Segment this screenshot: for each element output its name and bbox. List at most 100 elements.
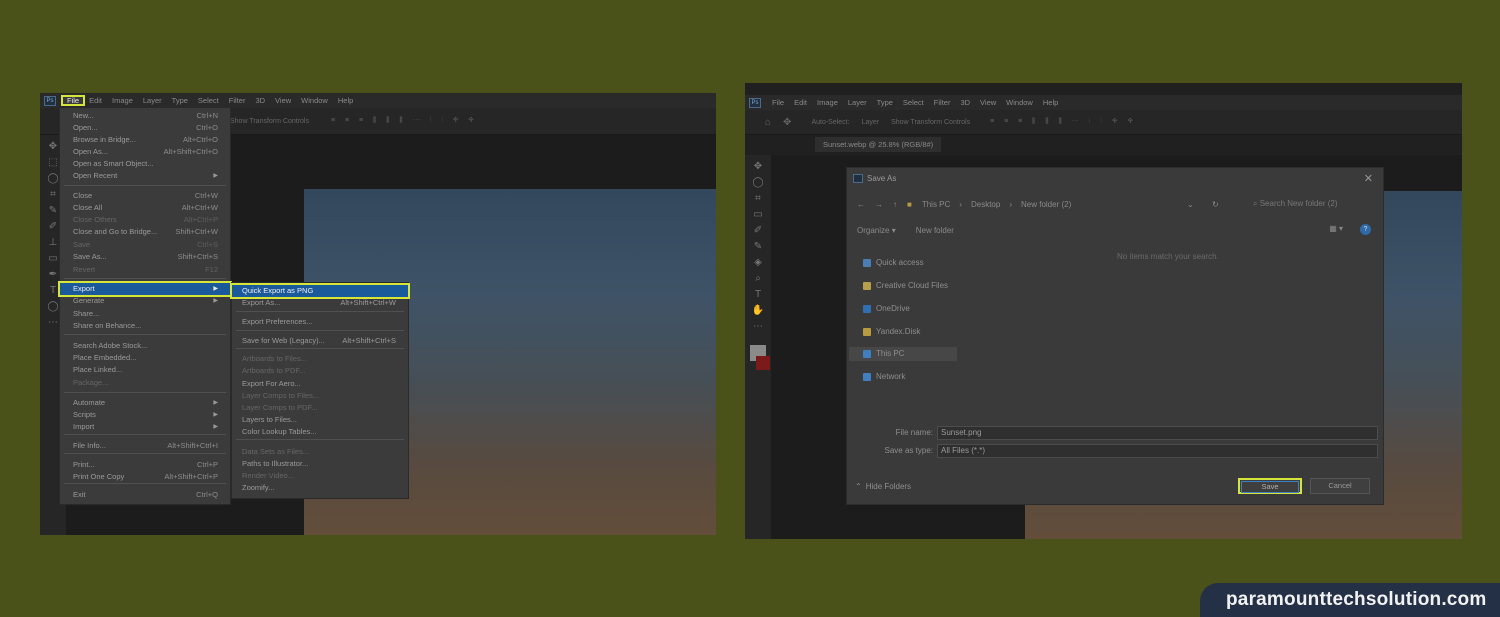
menu-type[interactable]: Type (167, 96, 193, 105)
file-menu-item[interactable]: Close All Alt+Ctrl+W (60, 202, 230, 214)
export-menu-item[interactable]: Zoomify... (232, 482, 408, 494)
back-arrow-icon[interactable]: ← (857, 200, 865, 209)
save-button[interactable]: Save (1238, 478, 1302, 494)
menu-image[interactable]: Image (107, 96, 138, 105)
move-tool-icon[interactable]: ✥ (49, 141, 57, 152)
healing-tool-icon[interactable]: ✎ (754, 241, 762, 252)
new-folder-button[interactable]: New folder (916, 223, 954, 239)
menu-layer[interactable]: Layer (843, 98, 872, 107)
export-menu-item[interactable]: Layers to Files... (232, 414, 408, 426)
document-tab[interactable]: Sunset.webp @ 25.8% (RGB/8#) (815, 137, 942, 152)
eraser-tool-icon[interactable]: ▭ (48, 253, 57, 264)
layer-select[interactable]: Layer (862, 119, 880, 126)
menu-type[interactable]: Type (872, 98, 898, 107)
brush-tool-icon[interactable]: ✐ (49, 221, 57, 232)
brush-tool-icon[interactable]: ✐ (754, 225, 762, 236)
file-menu-item[interactable]: Export ▶ (58, 281, 232, 297)
file-menu-item[interactable]: Browse in Bridge... Alt+Ctrl+O (60, 134, 230, 146)
export-menu-item[interactable]: Save for Web (Legacy)... Alt+Shift+Ctrl+S (232, 335, 408, 347)
menu-3d[interactable]: 3D (250, 96, 270, 105)
menu-file[interactable]: File (60, 95, 86, 106)
file-name-field[interactable]: Sunset.png (937, 426, 1378, 440)
search-input[interactable]: ⌕ Search New folder (2) (1243, 196, 1373, 212)
transform-controls-option[interactable]: Show Transform Controls (230, 118, 309, 125)
file-menu-item[interactable]: Search Adobe Stock... (60, 340, 230, 352)
file-menu-item[interactable]: Automate ▶ (60, 397, 230, 409)
file-menu-item[interactable]: Open As... Alt+Shift+Ctrl+O (60, 146, 230, 158)
ruler-tool-icon[interactable]: ▭ (753, 209, 762, 220)
file-menu-item[interactable]: Print One Copy Alt+Shift+Ctrl+P (60, 471, 230, 483)
nav-item-network[interactable]: Network (863, 370, 905, 384)
transform-controls-option[interactable]: Show Transform Controls (891, 119, 970, 126)
home-icon[interactable]: ⌂ (765, 117, 771, 128)
lasso-tool-icon[interactable]: ◯ (47, 173, 58, 184)
up-arrow-icon[interactable]: ↑ (893, 200, 897, 209)
menu-window[interactable]: Window (296, 96, 333, 105)
export-menu-item[interactable]: Quick Export as PNG (230, 283, 410, 299)
close-icon[interactable]: ✕ (1364, 172, 1373, 185)
hand-tool-icon[interactable]: ✋ (752, 305, 764, 316)
export-menu-item[interactable]: Export As... Alt+Shift+Ctrl+W (232, 297, 408, 309)
crop-tool-icon[interactable]: ⌗ (755, 193, 761, 204)
forward-arrow-icon[interactable]: → (875, 200, 883, 209)
move-tool-icon[interactable]: ✥ (783, 117, 791, 128)
save-type-select[interactable]: All Files (*.*) (937, 444, 1378, 458)
file-menu-item[interactable]: Open... Ctrl+O (60, 122, 230, 134)
menu-select[interactable]: Select (898, 98, 929, 107)
type-tool-icon[interactable]: T (755, 289, 761, 300)
zoom-tool-icon[interactable]: ⌕ (755, 273, 761, 284)
file-menu-item[interactable]: File Info... Alt+Shift+Ctrl+I (60, 440, 230, 452)
nav-item-creative-cloud-files[interactable]: Creative Cloud Files (863, 279, 948, 293)
file-menu-item[interactable]: Import ▶ (60, 421, 230, 433)
hide-folders-toggle[interactable]: ⌃ Hide Folders (855, 482, 911, 491)
file-menu-item[interactable]: Open as Smart Object... (60, 158, 230, 170)
eyedropper-tool-icon[interactable]: ✎ (49, 205, 57, 216)
menu-view[interactable]: View (975, 98, 1001, 107)
menu-filter[interactable]: Filter (929, 98, 956, 107)
breadcrumb-item[interactable]: Desktop (971, 200, 1000, 209)
nav-item-quick-access[interactable]: Quick access (863, 256, 924, 270)
move-tool-icon[interactable]: ✥ (754, 161, 762, 172)
menu-edit[interactable]: Edit (789, 98, 812, 107)
file-menu-item[interactable]: Open Recent ▶ (60, 170, 230, 182)
menu-window[interactable]: Window (1001, 98, 1038, 107)
export-menu-item[interactable]: Paths to Illustrator... (232, 458, 408, 470)
menu-filter[interactable]: Filter (224, 96, 251, 105)
nav-item-this-pc[interactable]: This PC (849, 347, 957, 361)
type-tool-icon[interactable]: T (50, 285, 56, 296)
menu-edit[interactable]: Edit (84, 96, 107, 105)
export-menu-item[interactable]: Color Lookup Tables... (232, 426, 408, 438)
organize-button[interactable]: Organize ▾ (857, 223, 896, 239)
file-menu-item[interactable]: Place Linked... (60, 364, 230, 376)
file-menu-item[interactable]: Print... Ctrl+P (60, 459, 230, 471)
file-menu-item[interactable]: Generate ▶ (60, 295, 230, 307)
align-icons[interactable]: ≡ ≡ ≡ ⫼ ⫼ ⫼ ⋯ ⫶ ⫶ ✥ ✥ (990, 118, 1137, 126)
refresh-icon[interactable]: ↻ (1212, 200, 1219, 209)
breadcrumb-item[interactable]: New folder (2) (1021, 200, 1071, 209)
menu-view[interactable]: View (270, 96, 296, 105)
bucket-tool-icon[interactable]: ◈ (754, 257, 762, 268)
cancel-button[interactable]: Cancel (1310, 478, 1370, 494)
menu-file[interactable]: File (767, 98, 789, 107)
view-options-icon[interactable]: ▦ ▾ (1329, 224, 1343, 233)
align-icons[interactable]: ≡ ≡ ≡ ⫼ ⫼ ⫼ ⋯ ⫶ ⫶ ✥ ✥ (331, 117, 478, 125)
help-icon[interactable]: ? (1360, 224, 1371, 235)
file-menu-item[interactable]: Close Ctrl+W (60, 190, 230, 202)
file-menu-item[interactable]: Share on Behance... (60, 320, 230, 332)
file-menu-item[interactable]: New... Ctrl+N (60, 110, 230, 122)
file-menu-item[interactable]: Share... (60, 308, 230, 320)
pen-tool-icon[interactable]: ✒ (49, 269, 57, 280)
file-menu-item[interactable]: Close and Go to Bridge... Shift+Ctrl+W (60, 226, 230, 238)
marquee-tool-icon[interactable]: ⬚ (48, 157, 57, 168)
breadcrumb-item[interactable]: This PC (922, 200, 950, 209)
background-color-swatch[interactable] (756, 356, 770, 370)
lasso-tool-icon[interactable]: ◯ (752, 177, 763, 188)
menu-help[interactable]: Help (333, 96, 358, 105)
menu-image[interactable]: Image (812, 98, 843, 107)
file-menu-item[interactable]: Scripts ▶ (60, 409, 230, 421)
file-menu-item[interactable]: Exit Ctrl+Q (60, 489, 230, 501)
menu-layer[interactable]: Layer (138, 96, 167, 105)
shape-tool-icon[interactable]: ◯ (47, 301, 58, 312)
menu-select[interactable]: Select (193, 96, 224, 105)
nav-item-yandex-disk[interactable]: Yandex.Disk (863, 325, 920, 339)
